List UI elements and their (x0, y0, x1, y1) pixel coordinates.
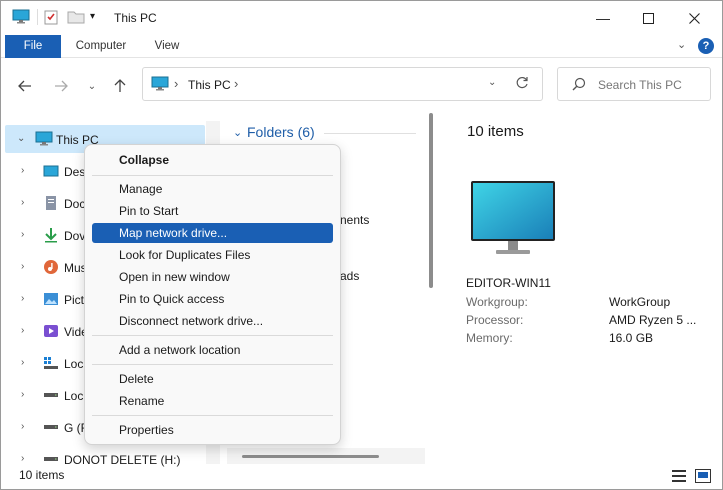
pc-icon (35, 131, 53, 147)
tree-item-label: Loc (64, 389, 84, 403)
window-title: This PC (114, 11, 157, 25)
chevron-right-icon[interactable]: › (21, 261, 24, 272)
new-folder-icon[interactable] (67, 9, 85, 28)
chevron-right-icon[interactable]: › (21, 389, 24, 400)
qa-divider (37, 9, 38, 25)
memory-value: 16.0 GB (609, 331, 654, 345)
processor-value: AMD Ryzen 5 ... (609, 313, 697, 327)
search-input[interactable]: Search This PC (598, 78, 682, 92)
chevron-right-icon[interactable]: › (21, 453, 24, 464)
tree-item-label: Des (64, 165, 86, 179)
pc-icon (12, 9, 30, 28)
workgroup-label: Workgroup: (466, 295, 528, 309)
chevron-right-icon[interactable]: › (21, 197, 24, 208)
details-pane: 10 items EDITOR-WIN11 Workgroup: WorkGro… (453, 113, 722, 463)
documents-icon (43, 195, 59, 211)
tree-item-label: Pict (64, 293, 85, 307)
drive-icon (43, 419, 59, 435)
chevron-right-icon[interactable]: › (21, 165, 24, 176)
ribbon-tabs: File Computer View ⌄ ? (1, 35, 722, 58)
chevron-right-icon[interactable]: › (21, 357, 24, 368)
chevron-right-icon[interactable]: › (21, 229, 24, 240)
address-dropdown-icon[interactable]: ⌄ (488, 77, 496, 88)
menu-item-disconnect-network-drive[interactable]: Disconnect network drive... (92, 311, 333, 331)
monitor-icon (468, 181, 558, 273)
forward-icon[interactable] (50, 75, 72, 97)
minimize-icon[interactable]: — (580, 1, 626, 35)
tab-file[interactable]: File (5, 35, 61, 58)
file-explorer-window: ▾ This PC — File Computer View ⌄ ? ⌄ › T… (0, 0, 723, 490)
expand-ribbon-icon[interactable]: ⌄ (677, 38, 686, 51)
menu-separator (92, 415, 333, 416)
drive-windows-icon (43, 355, 59, 371)
group-divider (324, 133, 416, 134)
customize-qa-dropdown-icon[interactable]: ▾ (90, 11, 95, 22)
tree-item-label: Dov (64, 229, 86, 243)
address-bar[interactable]: › This PC › ⌄ (142, 67, 543, 101)
chevron-right-icon[interactable]: › (21, 293, 24, 304)
menu-item-open-new-window[interactable]: Open in new window (92, 267, 333, 287)
memory-label: Memory: (466, 331, 513, 345)
large-icons-view-icon[interactable] (695, 469, 711, 483)
chevron-down-icon[interactable]: ⌄ (17, 133, 25, 144)
breadcrumb[interactable]: This PC (188, 78, 231, 92)
menu-item-manage[interactable]: Manage (92, 179, 333, 199)
maximize-icon[interactable] (625, 1, 671, 35)
folder-label-fragment[interactable]: ads (340, 269, 359, 283)
menu-item-map-network-drive[interactable]: Map network drive... (92, 223, 333, 243)
downloads-icon (43, 227, 59, 243)
status-text: 10 items (19, 468, 65, 482)
refresh-icon[interactable] (515, 76, 529, 93)
menu-separator (92, 335, 333, 336)
chevron-right-icon[interactable]: › (21, 421, 24, 432)
music-icon (43, 259, 59, 275)
up-icon[interactable] (109, 75, 131, 97)
menu-item-add-network-location[interactable]: Add a network location (92, 340, 333, 360)
drive-icon (43, 387, 59, 403)
content-scrollbar-thumb[interactable] (429, 113, 433, 288)
context-menu: Collapse Manage Pin to Start Map network… (84, 144, 341, 445)
details-view-icon[interactable] (671, 469, 687, 483)
computer-name: EDITOR-WIN11 (466, 276, 551, 290)
status-bar: 10 items (1, 464, 722, 489)
breadcrumb-separator-icon[interactable]: › (174, 76, 178, 91)
search-icon (572, 77, 586, 94)
desktop-icon (43, 163, 59, 179)
recent-locations-icon[interactable]: ⌄ (81, 75, 103, 97)
breadcrumb-separator-icon[interactable]: › (234, 76, 238, 91)
horizontal-scrollbar-thumb[interactable] (242, 455, 379, 458)
folder-label-fragment[interactable]: nents (340, 213, 369, 227)
workgroup-value: WorkGroup (609, 295, 671, 309)
pictures-icon (43, 291, 59, 307)
pc-icon (151, 76, 169, 95)
menu-item-rename[interactable]: Rename (92, 391, 333, 411)
menu-item-properties[interactable]: Properties (92, 420, 333, 440)
chevron-down-icon[interactable]: ⌄ (233, 126, 242, 139)
processor-label: Processor: (466, 313, 524, 327)
search-box[interactable]: Search This PC (557, 67, 711, 101)
folders-group-header[interactable]: Folders (6) (247, 124, 315, 140)
tree-item-label: Doc (64, 197, 86, 211)
menu-item-pin-quick-access[interactable]: Pin to Quick access (92, 289, 333, 309)
back-icon[interactable] (14, 75, 36, 97)
menu-separator (92, 364, 333, 365)
tab-view[interactable]: View (144, 35, 190, 58)
item-count-heading: 10 items (467, 123, 524, 140)
chevron-right-icon[interactable]: › (21, 325, 24, 336)
menu-item-pin-to-start[interactable]: Pin to Start (92, 201, 333, 221)
help-icon[interactable]: ? (698, 38, 714, 54)
tab-computer[interactable]: Computer (68, 35, 134, 58)
title-bar: ▾ This PC — (1, 1, 722, 35)
menu-separator (92, 175, 333, 176)
properties-icon[interactable] (44, 9, 58, 28)
close-icon[interactable] (671, 1, 717, 35)
tree-item-label: Loc (64, 357, 84, 371)
menu-item-collapse[interactable]: Collapse (92, 150, 333, 170)
menu-item-delete[interactable]: Delete (92, 369, 333, 389)
videos-icon (43, 323, 59, 339)
menu-item-look-for-duplicates[interactable]: Look for Duplicates Files (92, 245, 333, 265)
